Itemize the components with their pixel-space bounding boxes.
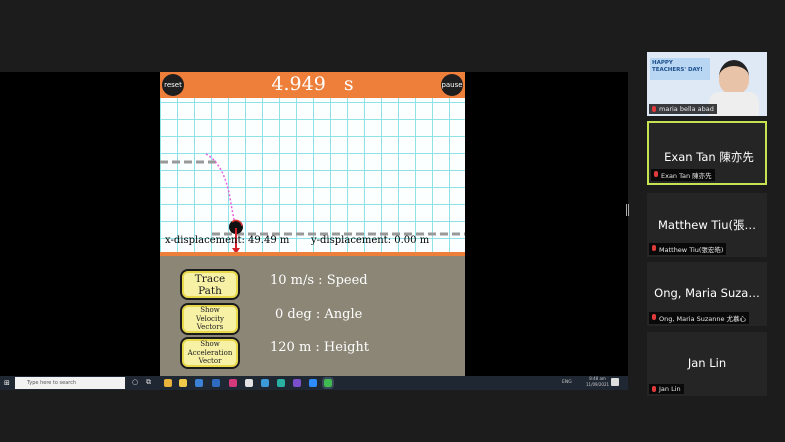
active-app-icon[interactable] xyxy=(322,377,334,389)
participant-tag-text: Matthew Tiu(張宏皓) xyxy=(659,246,724,254)
participant-tile[interactable]: Matthew Tiu(張… Matthew Tiu(張宏皓) xyxy=(647,193,767,257)
trace-path xyxy=(205,153,237,228)
participant-tag-text: Jan Lin xyxy=(659,385,681,393)
tray-lang[interactable]: ENG xyxy=(562,380,572,385)
height-value[interactable]: 120 m : Height xyxy=(270,340,369,355)
elapsed-time: 4.949 s xyxy=(160,73,465,95)
mic-muted-icon xyxy=(652,106,656,112)
mic-muted-icon xyxy=(652,245,656,251)
windows-start-icon[interactable]: ⊞ xyxy=(4,379,12,387)
mic-muted-icon xyxy=(652,314,656,320)
participant-name: Exan Tan 陳亦先 xyxy=(664,150,754,164)
participant-name-tag: Jan Lin xyxy=(649,384,684,394)
trace-path-line2: Path xyxy=(198,284,222,297)
time-value: 4.949 xyxy=(271,73,326,95)
chrome-icon[interactable] xyxy=(164,379,172,387)
projectile-simulation: reset 4.949 s pause x-displacement: 49.4… xyxy=(160,72,465,376)
angle-value[interactable]: 0 deg : Angle xyxy=(275,307,362,322)
app-icon-5[interactable] xyxy=(261,379,269,387)
trajectory-layer xyxy=(160,153,465,254)
trace-path-line1: Trace xyxy=(194,272,226,285)
participant-face xyxy=(719,60,749,94)
participant-tag-text: Exan Tan 陳亦先 xyxy=(661,172,712,180)
control-panel: Trace Path Show Velocity Vectors Show Ac… xyxy=(160,256,465,376)
app-icon-2[interactable] xyxy=(212,379,220,387)
participant-name-tag: Ong, Maria Suzanne 尤慕心 xyxy=(649,312,750,324)
taskbar-search[interactable]: Type here to search xyxy=(15,377,125,389)
participant-tile-active[interactable]: Exan Tan 陳亦先 Exan Tan 陳亦先 xyxy=(647,121,767,185)
show-velocity-line3: Vectors xyxy=(196,323,224,332)
app-icon-6[interactable] xyxy=(293,379,301,387)
tray-date: 11/09/2021 xyxy=(586,382,610,387)
show-velocity-button[interactable]: Show Velocity Vectors xyxy=(180,303,240,335)
participant-tile[interactable]: Ong, Maria Suza… Ong, Maria Suzanne 尤慕心 xyxy=(647,262,767,326)
app-icon-3[interactable] xyxy=(229,379,237,387)
split-handle[interactable] xyxy=(626,204,629,216)
folder-icon[interactable] xyxy=(179,379,187,387)
show-accel-line2: Acceleration xyxy=(187,348,233,357)
participant-tile[interactable]: Jan Lin Jan Lin xyxy=(647,332,767,396)
edge-icon[interactable] xyxy=(277,379,285,387)
participant-name: Ong, Maria Suza… xyxy=(654,286,760,300)
tray-clock[interactable]: 8:48 am 11/09/2021 xyxy=(586,376,609,388)
cortana-icon[interactable]: ○ xyxy=(132,378,138,386)
participant-tag-text: Ong, Maria Suzanne 尤慕心 xyxy=(659,315,747,323)
show-velocity-line1: Show xyxy=(200,306,220,315)
notification-icon[interactable] xyxy=(611,378,619,386)
participant-tile-video[interactable]: HAPPY TEACHERS' DAY! maria bella abad xyxy=(647,52,767,116)
app-icon-1[interactable] xyxy=(195,379,203,387)
show-acceleration-button[interactable]: Show Acceleration Vector xyxy=(180,337,240,369)
mic-muted-icon xyxy=(652,386,656,392)
taskbar: ⊞ Type here to search ○ ⧉ ENG 8:48 am 11… xyxy=(0,376,628,390)
trace-path-button[interactable]: Trace Path xyxy=(180,269,240,300)
participant-name-tag: Matthew Tiu(張宏皓) xyxy=(649,243,727,255)
participant-name: Jan Lin xyxy=(687,356,727,370)
app-icon-4[interactable] xyxy=(245,379,253,387)
video-banner: HAPPY TEACHERS' DAY! xyxy=(650,58,710,80)
y-displacement: y-displacement: 0.00 m xyxy=(311,235,430,246)
x-displacement: x-displacement: 49.49 m xyxy=(165,235,290,246)
sim-header: reset 4.949 s pause xyxy=(160,72,465,98)
participant-name: Matthew Tiu(張… xyxy=(657,218,757,232)
pause-button[interactable]: pause xyxy=(441,74,463,96)
zoom-icon[interactable] xyxy=(309,379,317,387)
show-accel-line3: Vector xyxy=(198,357,222,366)
show-velocity-line2: Velocity xyxy=(196,314,224,323)
mic-muted-icon xyxy=(654,171,658,177)
speed-value[interactable]: 10 m/s : Speed xyxy=(270,273,368,288)
participant-name-tag: maria bella abad xyxy=(649,104,717,114)
task-view-icon[interactable]: ⧉ xyxy=(146,378,151,387)
show-accel-line1: Show xyxy=(200,340,220,349)
participant-name-tag: Exan Tan 陳亦先 xyxy=(651,169,715,181)
meeting-window: reset 4.949 s pause x-displacement: 49.4… xyxy=(0,0,785,442)
shared-screen: reset 4.949 s pause x-displacement: 49.4… xyxy=(0,72,628,390)
participant-tag-text: maria bella abad xyxy=(659,105,714,113)
time-unit: s xyxy=(343,73,354,95)
